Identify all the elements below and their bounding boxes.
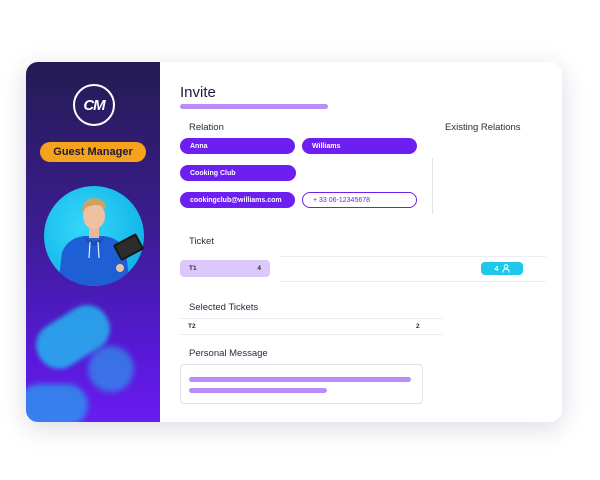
selected-ticket-type: T2 (188, 323, 196, 330)
ticket-quantity: 4 (257, 265, 261, 272)
cm-logo: CM (73, 84, 115, 126)
ticket-row-bottom-line (280, 281, 546, 282)
selected-ticket-quantity: 2 (416, 323, 420, 330)
ticket-row-top-line (280, 256, 546, 257)
first-name-field[interactable]: Anna (180, 138, 295, 154)
selected-tickets-top-line (180, 318, 443, 319)
existing-relations-label: Existing Relations (445, 122, 521, 133)
ticket-type: T1 (189, 265, 197, 272)
guest-count: 4 (494, 264, 499, 273)
decorative-shape (88, 346, 134, 392)
email-field[interactable]: cookingclub@williams.com (180, 192, 295, 208)
person-icon (501, 264, 510, 273)
last-name-field[interactable]: Williams (302, 138, 417, 154)
section-divider (432, 158, 433, 214)
invite-form: Invite Relation Existing Relations Anna … (160, 62, 562, 422)
ticket-label: Ticket (189, 236, 214, 247)
company-field[interactable]: Cooking Club (180, 165, 296, 181)
guest-count-badge[interactable]: 4 (481, 262, 523, 275)
page-title: Invite (180, 84, 216, 101)
ticket-selector[interactable]: T1 4 (180, 260, 270, 277)
decorative-shape (26, 384, 88, 422)
selected-tickets-bottom-line (180, 334, 443, 335)
person-illustration (58, 198, 144, 286)
personal-message-input[interactable] (180, 364, 423, 404)
message-text-line (189, 377, 411, 382)
avatar (44, 182, 144, 286)
selected-tickets-label: Selected Tickets (189, 302, 259, 313)
role-badge: Guest Manager (40, 142, 146, 162)
relation-label: Relation (189, 122, 224, 133)
phone-field[interactable]: + 33 06-12345678 (302, 192, 417, 208)
invite-card: CM Guest Manager Invite Relation Existin… (26, 62, 562, 422)
message-text-line (189, 388, 327, 393)
logo-text: CM (83, 96, 105, 114)
title-underline (180, 104, 328, 109)
sidebar-panel: CM Guest Manager (26, 62, 160, 422)
personal-message-label: Personal Message (189, 348, 268, 359)
